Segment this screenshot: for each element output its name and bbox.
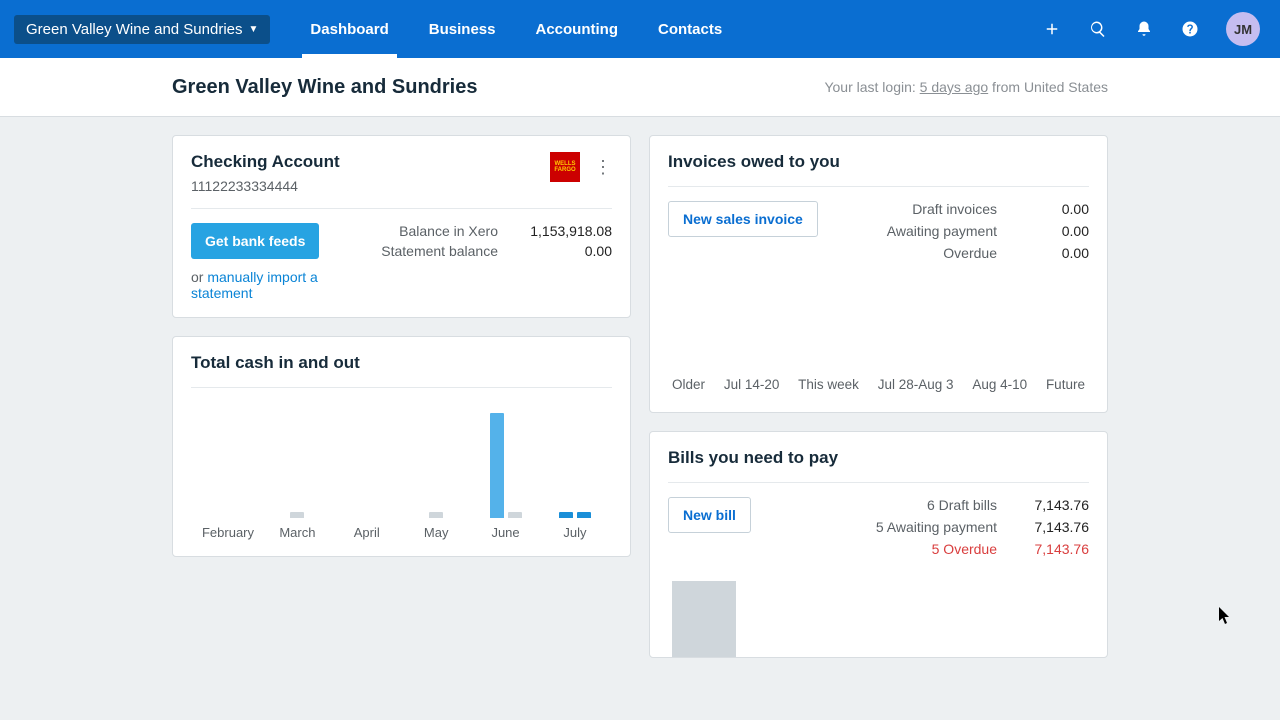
divider [668, 482, 1089, 483]
nav-accounting[interactable]: Accounting [515, 0, 638, 58]
nav-dashboard[interactable]: Dashboard [290, 0, 408, 58]
topbar: Green Valley Wine and Sundries ▼ Dashboa… [0, 0, 1280, 58]
manual-import-link[interactable]: manually import a statement [191, 269, 318, 301]
invoices-card: Invoices owed to you New sales invoice D… [649, 135, 1108, 413]
x-label: May [409, 525, 463, 540]
bar-out [290, 512, 304, 518]
login-time-link[interactable]: 5 days ago [920, 79, 989, 95]
left-column: Checking Account 11122233334444 WELLS FA… [172, 135, 631, 557]
period[interactable]: Jul 28-Aug 3 [878, 377, 954, 392]
page-title: Green Valley Wine and Sundries [172, 76, 477, 99]
bills-title: Bills you need to pay [668, 448, 1089, 468]
bank-logo: WELLS FARGO [550, 152, 580, 182]
plus-icon[interactable] [1042, 19, 1062, 39]
period[interactable]: This week [798, 377, 859, 392]
caret-down-icon: ▼ [249, 24, 259, 35]
new-sales-invoice-button[interactable]: New sales invoice [668, 201, 818, 237]
checking-number: 11122233334444 [191, 178, 340, 194]
x-label: March [270, 525, 324, 540]
avatar[interactable]: JM [1226, 12, 1260, 46]
nav-links: Dashboard Business Accounting Contacts [290, 0, 742, 58]
cash-card: Total cash in and out February March April… [172, 336, 631, 557]
kv-row: 5 Overdue7,143.76 [876, 541, 1089, 557]
cash-title: Total cash in and out [191, 353, 612, 373]
kv-row: 6 Draft bills7,143.76 [876, 497, 1089, 513]
bal-stmt-value: 0.00 [522, 243, 612, 259]
invoices-title: Invoices owed to you [668, 152, 1089, 172]
period[interactable]: Older [672, 377, 705, 392]
org-picker[interactable]: Green Valley Wine and Sundries ▼ [14, 15, 270, 44]
bar-in [490, 413, 504, 518]
nav-contacts[interactable]: Contacts [638, 0, 742, 58]
bell-icon[interactable] [1134, 19, 1154, 39]
x-label: April [340, 525, 394, 540]
invoice-periods: Older Jul 14-20 This week Jul 28-Aug 3 Aug 4… [668, 377, 1089, 396]
x-label: July [548, 525, 602, 540]
checking-title: Checking Account [191, 152, 340, 172]
search-icon[interactable] [1088, 19, 1108, 39]
bar-out [577, 512, 591, 518]
bar-out [508, 512, 522, 518]
login-note: Your last login: 5 days ago from United … [824, 79, 1108, 95]
kebab-icon[interactable]: ⋮ [594, 158, 612, 176]
subhead: Green Valley Wine and Sundries Your last… [0, 58, 1280, 117]
bills-chart [668, 581, 1089, 657]
nav-business[interactable]: Business [409, 0, 516, 58]
period[interactable]: Future [1046, 377, 1085, 392]
kv-row: 5 Awaiting payment7,143.76 [876, 519, 1089, 535]
cash-chart: February March April May June July [191, 402, 612, 540]
divider [668, 186, 1089, 187]
x-label: June [479, 525, 533, 540]
kv-row: Overdue0.00 [887, 245, 1089, 261]
bar-in [559, 512, 573, 518]
bal-stmt-label: Statement balance [358, 243, 498, 259]
or-line: or manually import a statement [191, 269, 358, 301]
bar-group[interactable] [270, 512, 324, 518]
kv-row: Draft invoices0.00 [887, 201, 1089, 217]
divider [191, 208, 612, 209]
balances: Balance in Xero 1,153,918.08 Statement ba… [358, 223, 612, 263]
bar-group[interactable] [409, 512, 463, 518]
nav-icons: JM [1042, 12, 1260, 46]
checking-card: Checking Account 11122233334444 WELLS FA… [172, 135, 631, 318]
new-bill-button[interactable]: New bill [668, 497, 751, 533]
bar-out [429, 512, 443, 518]
bal-xero-label: Balance in Xero [358, 223, 498, 239]
period[interactable]: Aug 4-10 [972, 377, 1027, 392]
main: Checking Account 11122233334444 WELLS FA… [0, 117, 1280, 658]
help-icon[interactable] [1180, 19, 1200, 39]
org-name: Green Valley Wine and Sundries [26, 21, 243, 38]
bills-card: Bills you need to pay New bill 6 Draft b… [649, 431, 1108, 658]
bar-group[interactable] [548, 512, 602, 518]
bal-xero-value: 1,153,918.08 [522, 223, 612, 239]
period[interactable]: Jul 14-20 [724, 377, 780, 392]
x-label: February [201, 525, 255, 540]
bills-bar [672, 581, 736, 657]
divider [191, 387, 612, 388]
right-column: Invoices owed to you New sales invoice D… [649, 135, 1108, 658]
bar-group[interactable] [479, 413, 533, 518]
kv-row: Awaiting payment0.00 [887, 223, 1089, 239]
get-bank-feeds-button[interactable]: Get bank feeds [191, 223, 319, 259]
